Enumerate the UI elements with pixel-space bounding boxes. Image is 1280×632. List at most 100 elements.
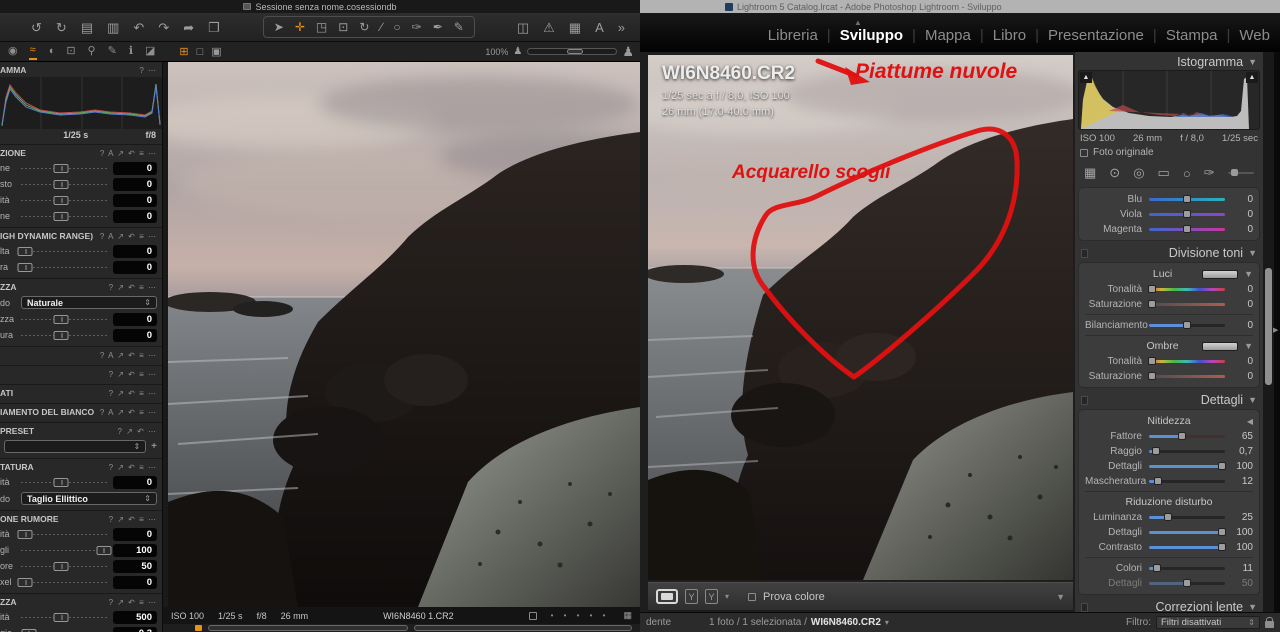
- slider-value[interactable]: 500: [113, 610, 157, 624]
- slider[interactable]: [21, 477, 108, 488]
- browser-toggle-icon[interactable]: ▦: [623, 610, 632, 621]
- slider-handle[interactable]: [1148, 284, 1157, 293]
- slider-value[interactable]: 65: [1225, 431, 1253, 442]
- zoom-slider-handle[interactable]: [567, 49, 584, 54]
- panel-collapse-icon[interactable]: ▼: [1248, 602, 1257, 612]
- slider-value[interactable]: 50: [1225, 578, 1253, 589]
- slider-handle[interactable]: [17, 262, 33, 272]
- single-view-icon[interactable]: □: [197, 46, 204, 58]
- panel-scrollbar-thumb[interactable]: [1265, 268, 1272, 385]
- filename-dropdown-icon[interactable]: ▾: [885, 618, 889, 627]
- slider-handle[interactable]: [96, 545, 112, 555]
- levels-view-icon[interactable]: ◫: [517, 21, 529, 34]
- rotate-ccw-icon[interactable]: ↺: [31, 21, 42, 34]
- panel-toggle-icon[interactable]: [1081, 602, 1088, 612]
- section-header-icons[interactable]: ? A ↗ ↶ ≡ ⋯: [100, 351, 157, 360]
- mappa[interactable]: Mappa: [925, 27, 984, 44]
- section-header-icons[interactable]: ? ↗ ↶ ≡ ⋯: [109, 370, 157, 379]
- slider-value[interactable]: 0: [113, 177, 157, 191]
- slider-handle[interactable]: [53, 612, 69, 622]
- slider-handle[interactable]: [1217, 542, 1226, 551]
- slider[interactable]: [1149, 563, 1225, 572]
- slider-value[interactable]: 25: [1225, 512, 1253, 523]
- viewer-checkbox[interactable]: [528, 611, 537, 620]
- slider[interactable]: [1149, 431, 1225, 440]
- before-icon[interactable]: Y: [685, 589, 698, 604]
- panel-collapse-icon[interactable]: ▼: [1248, 57, 1257, 67]
- swatch-collapse-icon[interactable]: ▼: [1244, 341, 1253, 351]
- mask-tool-icon[interactable]: ◳: [316, 21, 327, 33]
- pan-tool-icon[interactable]: ✛: [295, 21, 305, 33]
- slider[interactable]: [1149, 542, 1226, 551]
- slider[interactable]: [1149, 527, 1226, 536]
- loupe-view-icon[interactable]: [656, 589, 678, 604]
- details-header[interactable]: Dettagli ▼: [1078, 392, 1260, 408]
- heal-tool-icon[interactable]: ✒: [433, 21, 443, 33]
- slider-handle[interactable]: [1183, 320, 1191, 329]
- slider-value[interactable]: 0: [113, 575, 157, 589]
- slider-handle[interactable]: [1183, 194, 1191, 203]
- slider[interactable]: [1149, 476, 1225, 485]
- slider[interactable]: [1148, 299, 1225, 308]
- presentazione[interactable]: Presentazione: [1048, 27, 1157, 44]
- grid-overlay-icon[interactable]: ▦: [569, 21, 581, 34]
- slider-handle[interactable]: [17, 246, 33, 256]
- right-panel-collapse-icon[interactable]: ▶: [1273, 326, 1278, 334]
- slider-handle[interactable]: [53, 163, 69, 173]
- panel-toggle-icon[interactable]: [1081, 248, 1088, 258]
- slider-handle[interactable]: [1153, 563, 1162, 572]
- slider-value[interactable]: 0.3: [113, 626, 157, 632]
- slider-handle[interactable]: [1217, 461, 1226, 470]
- slider-value[interactable]: 0: [1225, 209, 1253, 220]
- slider-handle[interactable]: [1148, 299, 1157, 308]
- proof-checkbox[interactable]: [748, 592, 757, 601]
- slider[interactable]: [1148, 284, 1225, 293]
- trash-icon[interactable]: ▥: [107, 21, 119, 34]
- slider-value[interactable]: 100: [1225, 461, 1253, 472]
- slider-value[interactable]: 0: [1225, 320, 1253, 331]
- multi-view-icon[interactable]: ▣: [211, 45, 221, 58]
- preset-select[interactable]: ⇕: [4, 440, 147, 453]
- tab-adjustments-icon[interactable]: ◪: [144, 45, 156, 59]
- new-folder-icon[interactable]: ▤: [81, 21, 93, 34]
- radial-filter-icon[interactable]: ○: [1183, 166, 1191, 181]
- slider[interactable]: [17, 529, 108, 540]
- slider-handle[interactable]: [53, 211, 69, 221]
- after-icon[interactable]: Y: [705, 589, 718, 604]
- sviluppo[interactable]: Sviluppo: [840, 27, 916, 44]
- lr-histogram[interactable]: ▲ ▲: [1078, 70, 1260, 130]
- slider-handle[interactable]: [1183, 578, 1191, 587]
- slider-value[interactable]: 0: [113, 312, 157, 326]
- slider-value[interactable]: 0: [1225, 299, 1253, 310]
- slider-value[interactable]: 0: [113, 328, 157, 342]
- filter-select[interactable]: Filtri disattivati ⇕: [1156, 616, 1260, 629]
- slider-handle[interactable]: [17, 577, 33, 587]
- slider[interactable]: [17, 246, 108, 257]
- panel-collapse-icon[interactable]: ▼: [1248, 248, 1257, 258]
- slider-handle[interactable]: [1164, 512, 1172, 521]
- straighten-tool-icon[interactable]: ∕: [380, 21, 382, 33]
- slider-value[interactable]: 0: [113, 161, 157, 175]
- draw-tool-icon[interactable]: ✎: [454, 21, 464, 33]
- slider-handle[interactable]: [1151, 446, 1160, 455]
- slider-value[interactable]: 100: [1225, 527, 1253, 538]
- slider-value[interactable]: 0: [1225, 284, 1253, 295]
- section-header-icons[interactable]: ? ↗ ↶ ≡ ⋯: [109, 515, 157, 524]
- swatch-collapse-icon[interactable]: ▼: [1244, 269, 1253, 279]
- tab-loupe-icon[interactable]: ⚲: [87, 45, 97, 59]
- slider-handle[interactable]: [1217, 527, 1226, 536]
- zoom-slider[interactable]: [527, 48, 618, 55]
- adjustment-brush-icon[interactable]: ✑: [1204, 165, 1215, 181]
- slider[interactable]: [1148, 356, 1225, 365]
- slider[interactable]: [1149, 224, 1225, 233]
- clarity-method-select[interactable]: Naturale ⇕: [21, 296, 157, 309]
- brush-tool-icon[interactable]: ✑: [412, 21, 422, 33]
- grid-view-icon[interactable]: ⊞: [179, 45, 188, 58]
- slider[interactable]: [1149, 512, 1225, 521]
- apply-next-icon[interactable]: ➦: [183, 21, 194, 34]
- section-header-icons[interactable]: ? ↗ ↶ ≡ ⋯: [109, 463, 157, 472]
- zoom-out-icon[interactable]: ♟: [513, 46, 522, 57]
- slider-value[interactable]: 0: [113, 527, 157, 541]
- slider[interactable]: [17, 577, 108, 588]
- brush-size-slider[interactable]: [1227, 169, 1254, 176]
